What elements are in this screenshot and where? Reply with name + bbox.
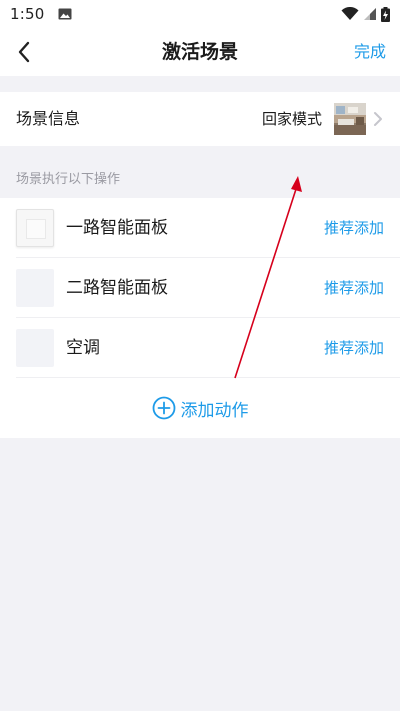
recommend-add-button[interactable]: 推荐添加 [324,258,384,318]
recommend-add-button[interactable]: 推荐添加 [324,318,384,378]
add-action-label: 添加动作 [180,400,249,421]
action-row-3[interactable]: 空调 推荐添加 [0,318,400,378]
scene-info-row[interactable]: 场景信息 回家模式 [0,92,400,146]
back-button[interactable] [10,38,38,66]
page-title: 激活场景 [161,41,238,63]
wall-switch-icon [16,209,54,247]
section-header: 场景执行以下操作 [16,172,121,187]
plus-circle-icon [152,396,175,420]
image-icon [58,8,72,20]
device-name: 一路智能面板 [66,218,168,238]
scene-info-value: 回家模式 [261,110,322,128]
battery-icon [381,6,390,22]
done-button[interactable]: 完成 [354,28,386,76]
wifi-icon [341,7,359,20]
actions-card: 一路智能面板 推荐添加 二路智能面板 推荐添加 空调 推荐添加 添加动作 [0,198,400,438]
device-placeholder-icon [16,329,54,367]
recommend-add-button[interactable]: 推荐添加 [324,198,384,258]
chevron-left-icon [18,41,30,63]
action-row-1[interactable]: 一路智能面板 推荐添加 [0,198,400,258]
signal-icon [364,8,376,20]
chevron-right-icon [374,112,382,126]
device-name: 空调 [66,338,100,358]
device-name: 二路智能面板 [66,278,168,298]
device-placeholder-icon [16,269,54,307]
scene-thumbnail [334,103,366,135]
status-time: 1:50 [10,5,45,23]
scene-info-label: 场景信息 [16,109,81,128]
add-action-button[interactable]: 添加动作 [0,378,400,438]
action-row-2[interactable]: 二路智能面板 推荐添加 [0,258,400,318]
nav-bar: 激活场景 完成 [0,28,400,76]
status-icons [341,6,390,22]
status-bar: 1:50 [0,0,400,28]
